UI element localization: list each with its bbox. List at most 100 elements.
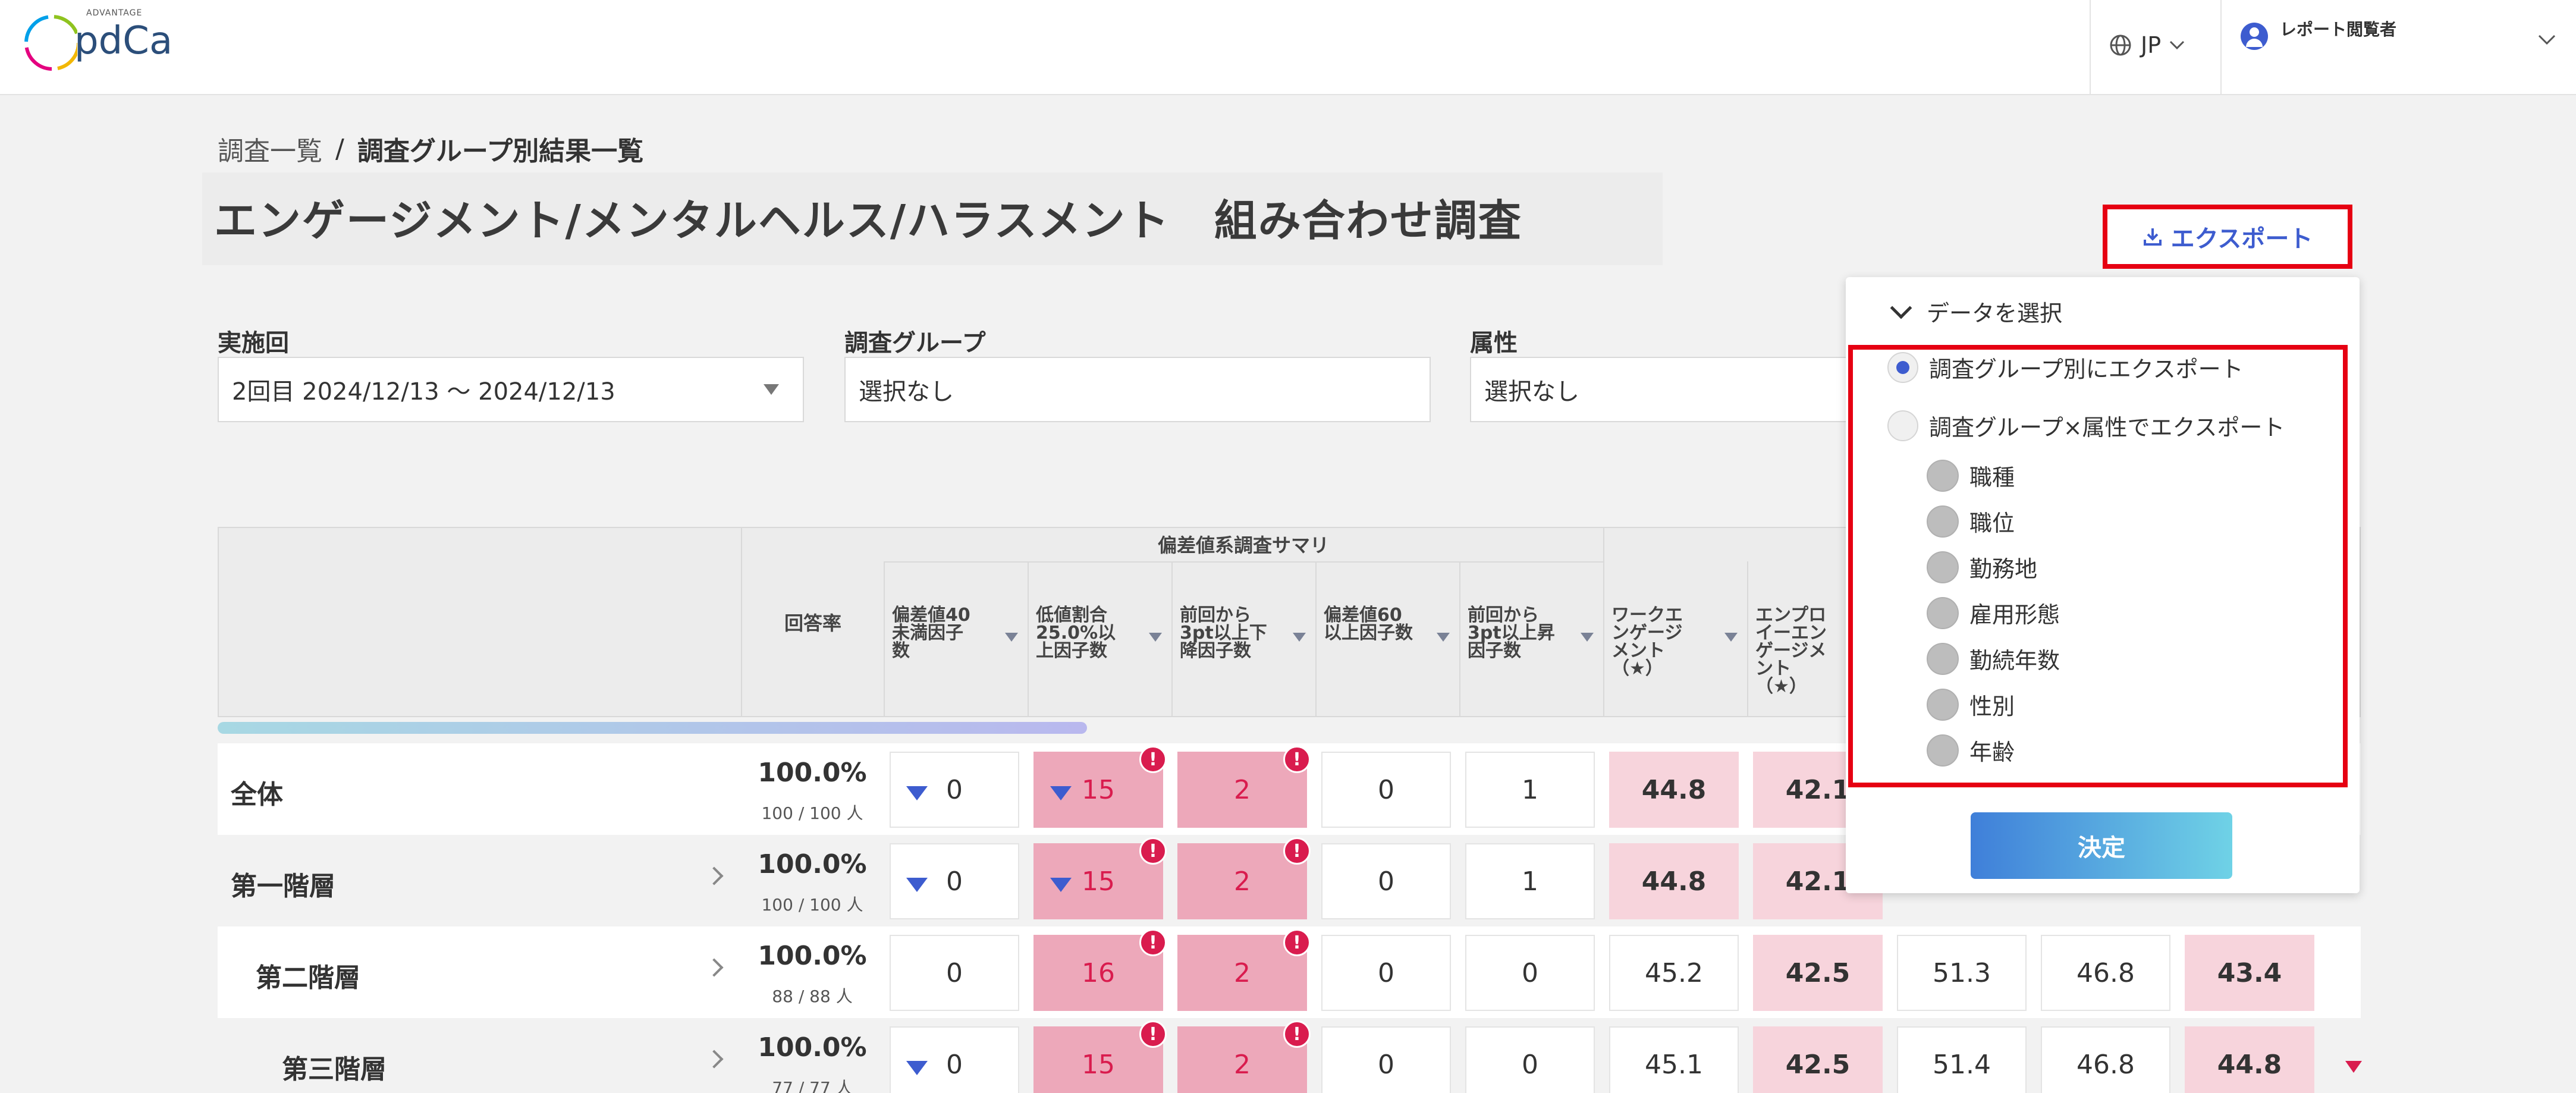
cell-value: 2	[1234, 957, 1251, 988]
row-name: 第二階層	[256, 963, 360, 993]
cell-value: 0	[946, 866, 963, 897]
down-arrow-icon	[2345, 1061, 2362, 1073]
cell-value: 0	[1378, 957, 1394, 988]
survey-group-select[interactable]: 選択なし	[844, 357, 1431, 422]
cell-value: 45.1	[1645, 1049, 1703, 1080]
attribute-option-job-type[interactable]: 職種	[1927, 459, 2015, 492]
attribute-option-age[interactable]: 年齢	[1927, 734, 2015, 767]
filter-label-round: 実施回	[218, 329, 289, 357]
breadcrumb-separator: /	[335, 133, 344, 164]
table-row[interactable]: 第二階層 100.0% 88 / 88 人 0 16! 2! 0 0 45.2 …	[218, 926, 2361, 1018]
cell-value: 42.1	[1785, 774, 1851, 805]
radio-export-by-group-attribute[interactable]: 調査グループ×属性でエクスポート	[1887, 409, 2285, 442]
cell-value: 0	[1378, 774, 1394, 805]
language-selector[interactable]: JP	[2109, 27, 2185, 63]
column-group-deviation-summary: 偏差値系調査サマリ	[1157, 534, 1329, 557]
user-role: レポート閲覧者	[2280, 20, 2397, 39]
down-arrow-icon	[1050, 786, 1072, 800]
column-header-work-engagement[interactable]: ワークエ ンゲージ メント （★）	[1603, 561, 1747, 717]
globe-icon	[2110, 34, 2131, 56]
cell-value: 46.8	[2076, 957, 2135, 988]
radio-disabled-icon	[1927, 734, 1959, 767]
data-select-toggle[interactable]: データを選択	[1890, 295, 2063, 328]
page-title: エンゲージメント/メンタルヘルス/ハラスメント 組み合わせ調査	[214, 196, 1522, 246]
export-button[interactable]: エクスポート	[2103, 205, 2352, 269]
horizontal-scrollbar[interactable]	[218, 722, 1087, 734]
cell-value: 42.1	[1785, 866, 1851, 897]
column-header-below40[interactable]: 偏差値40 未満因子 数	[884, 561, 1028, 717]
cell-value: 0	[946, 957, 963, 988]
filter-label-attribute: 属性	[1470, 329, 1518, 357]
radio-disabled-icon	[1927, 596, 1959, 629]
chevron-down-icon	[1890, 297, 1912, 319]
cell-value: 2	[1234, 866, 1251, 897]
logo-text: pdCa	[74, 19, 173, 63]
alert-icon: !	[1139, 929, 1167, 956]
down-arrow-icon	[906, 786, 928, 800]
cell-value: 44.8	[2217, 1049, 2282, 1080]
column-header-above60[interactable]: 偏差値60 以上因子数	[1315, 561, 1459, 717]
attribute-option-tenure[interactable]: 勤続年数	[1927, 642, 2060, 675]
user-menu[interactable]: レポート閲覧者	[2241, 17, 2562, 64]
row-response-rate: 100.0%	[758, 758, 867, 788]
attribute-select[interactable]: 選択なし	[1470, 357, 1851, 422]
chevron-down-icon	[2538, 34, 2556, 45]
breadcrumb-survey-list[interactable]: 調査一覧	[218, 130, 322, 168]
row-response-rate: 100.0%	[758, 1032, 867, 1063]
table-row[interactable]: 第三階層 100.0% 77 / 77 人 0 15! 2! 0 0 45.1 …	[218, 1018, 2361, 1093]
chevron-right-icon[interactable]	[705, 1050, 724, 1069]
chevron-right-icon[interactable]	[705, 958, 724, 977]
alert-icon: !	[1283, 929, 1311, 956]
alert-icon: !	[1139, 746, 1167, 773]
attribute-option-location[interactable]: 勤務地	[1927, 551, 2037, 583]
row-response-count: 100 / 100 人	[761, 895, 863, 915]
user-icon	[2241, 23, 2268, 50]
cell-value: 42.5	[1785, 957, 1851, 988]
cell-value: 43.4	[2217, 957, 2282, 988]
radio-disabled-icon	[1927, 688, 1959, 721]
attribute-option-position[interactable]: 職位	[1927, 505, 2015, 538]
header-divider	[1603, 527, 1604, 561]
radio-disabled-icon	[1927, 459, 1959, 492]
cell-value: 16	[1082, 957, 1115, 988]
cell-value: 45.2	[1645, 957, 1703, 988]
row-name: 全体	[231, 780, 283, 810]
cell-value: 1	[1522, 866, 1538, 897]
sort-caret-icon	[1724, 633, 1738, 642]
chevron-right-icon[interactable]	[705, 866, 724, 885]
export-dropdown-panel: データを選択 調査グループ別にエクスポート 調査グループ×属性でエクスポート 職…	[1846, 277, 2360, 893]
row-response-rate: 100.0%	[758, 941, 867, 971]
download-icon	[2143, 228, 2162, 246]
cell-value: 0	[1378, 866, 1394, 897]
cell-value: 0	[1378, 1049, 1394, 1080]
attribute-option-employment-type[interactable]: 雇用形態	[1927, 596, 2060, 629]
confirm-button[interactable]: 決定	[1971, 812, 2232, 879]
round-select[interactable]: 2回目 2024/12/13 〜 2024/12/13	[218, 357, 804, 422]
breadcrumb: 調査一覧 / 調査グループ別結果一覧	[218, 130, 643, 168]
header-divider	[2090, 0, 2091, 95]
cell-value: 15	[1082, 866, 1115, 897]
data-select-label: データを選択	[1927, 300, 2063, 326]
attribute-option-gender[interactable]: 性別	[1927, 688, 2015, 721]
chevron-down-icon	[2170, 40, 2185, 50]
row-name: 第三階層	[282, 1054, 387, 1085]
row-response-count: 88 / 88 人	[772, 987, 853, 1006]
cell-value: 44.8	[1641, 866, 1707, 897]
radio-disabled-icon	[1927, 551, 1959, 583]
cell-value: 0	[946, 1049, 963, 1080]
cell-value: 15	[1082, 774, 1115, 805]
radio-export-by-group[interactable]: 調査グループ別にエクスポート	[1887, 351, 2244, 384]
column-header-low-ratio[interactable]: 低値割合 25.0%以 上因子数	[1028, 561, 1171, 717]
row-name: 第一階層	[231, 871, 335, 902]
cell-value: 46.8	[2076, 1049, 2135, 1080]
pdca-logo[interactable]: ADVANTAGE pdCa	[24, 8, 172, 80]
down-arrow-icon	[1050, 878, 1072, 892]
row-response-rate: 100.0%	[758, 849, 867, 880]
radio-label: 調査グループ×属性でエクスポート	[1929, 414, 2285, 441]
filter-label-survey-group: 調査グループ	[844, 329, 986, 357]
alert-icon: !	[1139, 837, 1167, 865]
cell-value: 42.5	[1785, 1049, 1851, 1080]
column-header-decline[interactable]: 前回から 3pt以上下 降因子数	[1171, 561, 1315, 717]
column-header-rise[interactable]: 前回から 3pt以上昇 因子数	[1459, 561, 1603, 717]
round-select-value: 2回目 2024/12/13 〜 2024/12/13	[232, 378, 615, 406]
